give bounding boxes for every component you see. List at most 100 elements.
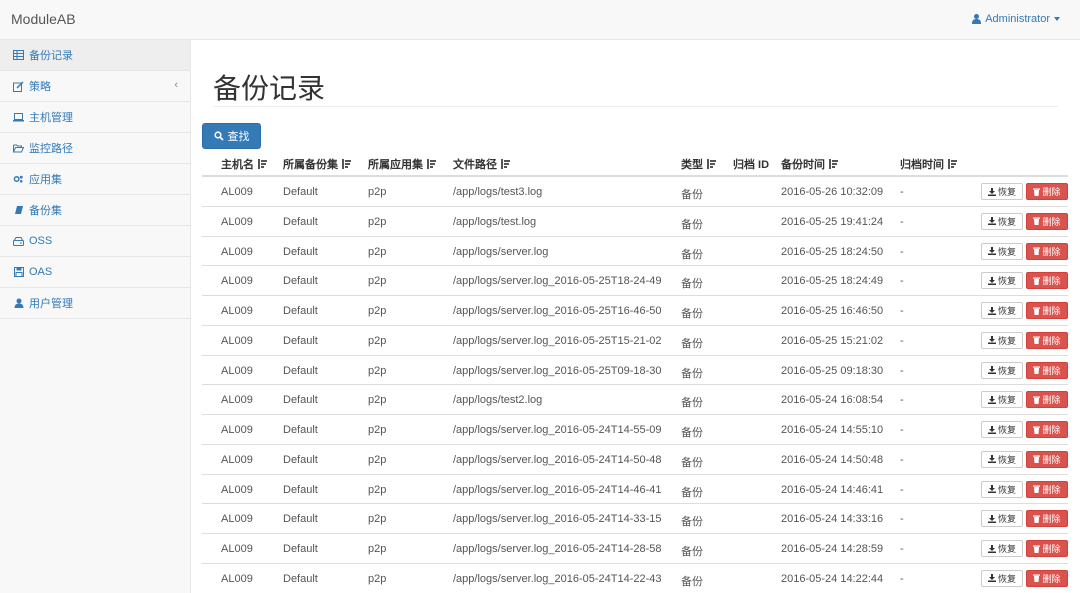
delete-button[interactable]: 删除 bbox=[1026, 272, 1068, 290]
table-cell: - bbox=[900, 572, 904, 585]
table-cell: - bbox=[900, 483, 904, 496]
delete-button[interactable]: 删除 bbox=[1026, 183, 1068, 200]
restore-label: 恢复 bbox=[997, 365, 1016, 376]
table-cell: 备份 bbox=[681, 248, 703, 261]
sidebar-item-0[interactable]: 备份记录 bbox=[0, 40, 190, 71]
table-cell: AL009 bbox=[221, 513, 253, 526]
sidebar-item-5[interactable]: 备份集 bbox=[0, 195, 190, 226]
table-cell: p2p bbox=[368, 572, 387, 585]
table-row: AL009 Default p2p/app/logs/server.log_2016… bbox=[202, 534, 1068, 564]
restore-button[interactable]: 恢复 bbox=[981, 183, 1023, 200]
table-cell: Default bbox=[283, 305, 318, 317]
brand-logo[interactable]: ModuleAB bbox=[11, 11, 76, 27]
sidebar: 备份记录 策略 ‹ 主机管理 监控路径 应用集备份集 OSS OAS 用户管理 bbox=[0, 40, 191, 593]
table-cell: 2016-05-25 18:24:49 bbox=[781, 275, 884, 288]
delete-label: 删除 bbox=[1042, 425, 1061, 435]
trash-icon bbox=[1033, 277, 1041, 285]
table-cell: AL009 bbox=[221, 394, 253, 407]
restore-button[interactable]: 恢复 bbox=[981, 480, 1023, 498]
delete-button[interactable]: 删除 bbox=[1026, 302, 1068, 319]
restore-button[interactable]: 恢复 bbox=[981, 569, 1023, 587]
table-cell: Default bbox=[283, 275, 318, 288]
user-menu[interactable]: Administrator bbox=[972, 13, 1060, 25]
delete-button[interactable]: 删除 bbox=[1026, 480, 1068, 498]
restore-button[interactable]: 恢复 bbox=[981, 212, 1023, 230]
column-header-label: 归档 ID bbox=[733, 159, 770, 171]
restore-button[interactable]: 恢复 bbox=[981, 272, 1023, 290]
restore-button[interactable]: 恢复 bbox=[981, 242, 1023, 260]
trash-icon bbox=[1033, 247, 1041, 255]
table-cell: Default bbox=[283, 424, 318, 436]
table-cell: 备份 bbox=[681, 575, 703, 588]
restore-label: 恢复 bbox=[997, 187, 1016, 197]
trash-icon bbox=[1033, 307, 1041, 315]
sidebar-item-4[interactable]: 应用集 bbox=[0, 164, 190, 195]
table-cell: /app/logs/server.log_2016-05-24T14-22-43 bbox=[453, 572, 662, 585]
table-cell: 备份 bbox=[681, 278, 703, 291]
delete-button[interactable]: 删除 bbox=[1026, 450, 1068, 468]
row-actions: 恢复 删除 bbox=[981, 272, 1068, 290]
sort-icon bbox=[707, 159, 716, 169]
table-cell: AL009 bbox=[221, 305, 253, 317]
search-button[interactable]: 查找 bbox=[202, 123, 261, 149]
column-header-1[interactable]: 所属备份集 bbox=[283, 156, 351, 172]
row-actions: 恢复 删除 bbox=[981, 421, 1068, 438]
delete-label: 删除 bbox=[1042, 306, 1061, 316]
restore-button[interactable]: 恢复 bbox=[981, 510, 1023, 528]
delete-button[interactable]: 删除 bbox=[1026, 569, 1068, 587]
restore-button[interactable]: 恢复 bbox=[981, 331, 1023, 349]
table-cell: 备份 bbox=[681, 218, 703, 231]
column-header-7[interactable]: 归档时间 bbox=[900, 156, 957, 172]
download-icon bbox=[987, 187, 996, 196]
column-header-3[interactable]: 文件路径 bbox=[453, 156, 510, 172]
restore-button[interactable]: 恢复 bbox=[981, 540, 1023, 557]
download-icon bbox=[987, 217, 996, 226]
sidebar-item-label: 备份集 bbox=[29, 205, 62, 217]
column-header-0[interactable]: 主机名 bbox=[221, 156, 267, 172]
sidebar-item-6[interactable]: OSS bbox=[0, 226, 190, 257]
download-icon bbox=[987, 425, 996, 434]
column-header-6[interactable]: 备份时间 bbox=[781, 156, 838, 172]
sidebar-item-2[interactable]: 主机管理 bbox=[0, 102, 190, 133]
restore-button[interactable]: 恢复 bbox=[981, 361, 1023, 379]
table-cell: /app/logs/server.log_2016-05-24T14-46-41 bbox=[453, 483, 662, 496]
column-header-label: 所属应用集 bbox=[368, 159, 423, 171]
delete-button[interactable]: 删除 bbox=[1026, 212, 1068, 230]
table-cell: p2p bbox=[368, 334, 387, 347]
table-cell: /app/logs/server.log_2016-05-24T14-28-58 bbox=[453, 543, 662, 555]
delete-label: 删除 bbox=[1042, 484, 1061, 495]
sidebar-item-8[interactable]: 用户管理 bbox=[0, 288, 190, 319]
row-actions: 恢复 删除 bbox=[981, 183, 1068, 200]
delete-button[interactable]: 删除 bbox=[1026, 540, 1068, 557]
table-cell: p2p bbox=[368, 275, 387, 288]
table-cell: Default bbox=[283, 543, 318, 555]
table-row: AL009 Default p2p/app/logs/server.log_2016… bbox=[202, 326, 1068, 356]
table-row: AL009 Default p2p/app/logs/server.log_2016… bbox=[202, 445, 1068, 475]
trash-icon bbox=[1033, 366, 1041, 374]
table-cell: 2016-05-24 16:08:54 bbox=[781, 394, 884, 407]
sidebar-item-7[interactable]: OAS bbox=[0, 257, 190, 288]
download-icon bbox=[987, 247, 996, 255]
trash-icon bbox=[1033, 336, 1041, 345]
delete-label: 删除 bbox=[1042, 365, 1061, 376]
column-header-2[interactable]: 所属应用集 bbox=[368, 156, 436, 172]
restore-button[interactable]: 恢复 bbox=[981, 421, 1023, 438]
delete-button[interactable]: 删除 bbox=[1026, 421, 1068, 438]
restore-button[interactable]: 恢复 bbox=[981, 302, 1023, 319]
table-cell: AL009 bbox=[221, 364, 253, 377]
sidebar-item-label: OAS bbox=[29, 266, 53, 278]
sidebar-item-3[interactable]: 监控路径 bbox=[0, 133, 190, 164]
restore-button[interactable]: 恢复 bbox=[981, 391, 1023, 409]
sidebar-item-1[interactable]: 策略 ‹ bbox=[0, 71, 190, 102]
table-cell: - bbox=[900, 245, 904, 258]
table-row: AL009 Default p2p/app/logs/server.log_2016… bbox=[202, 415, 1068, 445]
delete-button[interactable]: 删除 bbox=[1026, 331, 1068, 349]
column-header-4[interactable]: 类型 bbox=[681, 156, 716, 172]
restore-button[interactable]: 恢复 bbox=[981, 450, 1023, 468]
delete-button[interactable]: 删除 bbox=[1026, 361, 1068, 379]
delete-button[interactable]: 删除 bbox=[1026, 391, 1068, 409]
delete-button[interactable]: 删除 bbox=[1026, 510, 1068, 528]
table-cell: 2016-05-24 14:46:41 bbox=[781, 483, 884, 496]
table-cell: p2p bbox=[368, 305, 387, 317]
delete-button[interactable]: 删除 bbox=[1026, 242, 1068, 260]
